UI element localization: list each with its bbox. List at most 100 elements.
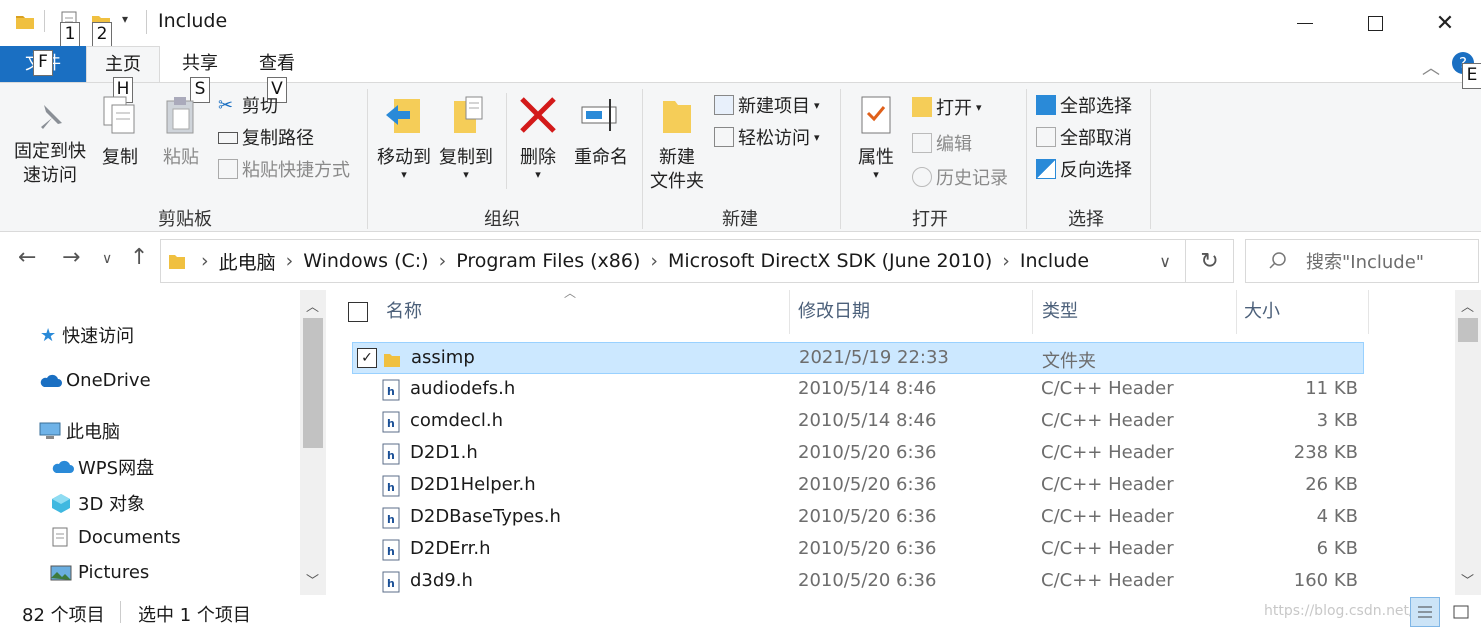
- scissors-icon: ✂: [218, 95, 234, 116]
- paste-button[interactable]: 粘贴: [158, 93, 204, 170]
- table-row[interactable]: h d3d9.h 2010/5/20 6:36 C/C++ Header 160 KB: [352, 566, 1364, 598]
- new-item-button[interactable]: 新建项目 ▾: [714, 91, 820, 119]
- sort-ascending-icon: ︿: [564, 286, 577, 300]
- breadcrumb-c-drive[interactable]: Windows (C:): [303, 250, 428, 272]
- details-view-button[interactable]: [1410, 597, 1440, 627]
- column-header-date[interactable]: 修改日期: [798, 290, 870, 334]
- row-checkbox[interactable]: ✓: [357, 348, 377, 368]
- paste-shortcut-button[interactable]: 粘贴快捷方式: [218, 155, 350, 183]
- copy-to-label: 复制到: [439, 147, 493, 168]
- select-all-label: 全部选择: [1060, 96, 1132, 117]
- breadcrumb-include[interactable]: Include: [1020, 250, 1089, 272]
- nav-3d-objects[interactable]: 3D 对象: [50, 490, 145, 516]
- breadcrumb-separator-icon: ›: [650, 250, 658, 272]
- search-box[interactable]: 搜索"Include": [1245, 239, 1479, 283]
- up-arrow-icon[interactable]: ↑: [130, 245, 148, 270]
- forward-arrow-icon[interactable]: →: [62, 245, 80, 270]
- nav-onedrive[interactable]: OneDrive: [38, 370, 151, 391]
- nav-pictures[interactable]: Pictures: [50, 562, 149, 583]
- edit-button[interactable]: 编辑: [912, 129, 972, 157]
- nav-this-pc[interactable]: 此电脑: [38, 418, 120, 444]
- close-button[interactable]: ✕: [1410, 0, 1480, 46]
- column-divider[interactable]: [1368, 290, 1369, 334]
- address-dropdown-chevron-icon[interactable]: ∨: [1159, 252, 1171, 271]
- copy-path-icon: [218, 132, 238, 144]
- table-row[interactable]: h audiodefs.h 2010/5/14 8:46 C/C++ Header 11…: [352, 374, 1364, 406]
- file-date: 2021/5/19 22:33: [799, 347, 949, 368]
- breadcrumb-directx-sdk[interactable]: Microsoft DirectX SDK (June 2010): [668, 250, 992, 272]
- breadcrumb-this-pc[interactable]: 此电脑: [219, 248, 276, 275]
- easy-access-icon: [714, 127, 734, 147]
- move-to-button[interactable]: 移动到 ▾: [374, 93, 434, 180]
- invert-selection-button[interactable]: 反向选择: [1036, 155, 1132, 183]
- nav-documents[interactable]: Documents: [50, 526, 181, 548]
- scroll-down-icon[interactable]: ﹀: [306, 570, 319, 589]
- file-date: 2010/5/20 6:36: [798, 474, 937, 495]
- column-header-type[interactable]: 类型: [1042, 290, 1078, 334]
- nav-quick-access[interactable]: ★ 快速访问: [40, 322, 134, 348]
- history-button[interactable]: 历史记录: [912, 163, 1008, 191]
- back-arrow-icon[interactable]: ←: [18, 245, 36, 270]
- folder-icon[interactable]: [14, 10, 36, 32]
- minimize-button[interactable]: [1270, 0, 1340, 46]
- scrollbar-thumb[interactable]: [303, 318, 323, 448]
- delete-button[interactable]: 删除 ▾: [514, 93, 562, 180]
- table-row[interactable]: ✓ assimp 2021/5/19 22:33 文件夹: [352, 342, 1364, 374]
- select-none-label: 全部取消: [1060, 128, 1132, 149]
- column-header-size[interactable]: 大小: [1244, 290, 1280, 334]
- watermark: https://blog.csdn.net/...: [1264, 603, 1428, 619]
- copy-to-button[interactable]: 复制到 ▾: [436, 93, 496, 180]
- table-row[interactable]: h D2D1Helper.h 2010/5/20 6:36 C/C++ Header 2…: [352, 470, 1364, 502]
- group-label-new: 新建: [722, 209, 758, 230]
- keytip-help: E: [1462, 63, 1481, 89]
- scroll-up-icon[interactable]: ︿: [306, 296, 319, 315]
- column-divider[interactable]: [1032, 290, 1033, 334]
- table-row[interactable]: h D2DErr.h 2010/5/20 6:36 C/C++ Header 6 KB: [352, 534, 1364, 566]
- new-folder-label-1: 新建: [659, 147, 695, 168]
- easy-access-button[interactable]: 轻松访问 ▾: [714, 123, 820, 151]
- copy-button[interactable]: 复制: [96, 93, 144, 170]
- open-button[interactable]: 打开 ▾: [912, 93, 982, 121]
- scrollbar-thumb[interactable]: [1458, 318, 1478, 342]
- column-divider[interactable]: [789, 290, 790, 334]
- dropdown-icon: ▾: [814, 98, 820, 112]
- collapse-ribbon-icon[interactable]: ︿: [1422, 54, 1440, 80]
- scroll-down-icon[interactable]: ﹀: [1461, 570, 1474, 589]
- recent-locations-chevron-icon[interactable]: ∨: [102, 251, 112, 267]
- rename-button[interactable]: 重命名: [570, 93, 632, 170]
- invert-selection-label: 反向选择: [1060, 160, 1132, 181]
- column-header-name[interactable]: 名称: [386, 290, 422, 334]
- nav-pane-scrollbar[interactable]: ︿ ﹀: [300, 290, 326, 595]
- column-divider[interactable]: [1236, 290, 1237, 334]
- maximize-button[interactable]: [1340, 0, 1410, 46]
- large-icons-view-icon: [1453, 605, 1469, 619]
- select-all-button[interactable]: 全部选择: [1036, 91, 1132, 119]
- select-all-checkbox[interactable]: [348, 302, 368, 322]
- cut-button[interactable]: ✂ 剪切: [218, 91, 278, 119]
- select-none-button[interactable]: 全部取消: [1036, 123, 1132, 151]
- pin-quick-access-button[interactable]: 固定到快 速访问: [8, 101, 92, 188]
- file-date: 2010/5/20 6:36: [798, 442, 937, 463]
- table-row[interactable]: h D2D1.h 2010/5/20 6:36 C/C++ Header 238 KB: [352, 438, 1364, 470]
- nav-onedrive-label: OneDrive: [66, 370, 151, 391]
- folder-icon: [384, 354, 400, 367]
- dropdown-icon: ▾: [535, 168, 541, 181]
- large-icons-view-button[interactable]: [1446, 597, 1476, 627]
- refresh-button[interactable]: ↻: [1186, 239, 1234, 283]
- customize-dropdown-icon[interactable]: ▾: [122, 12, 128, 26]
- svg-text:h: h: [387, 417, 395, 430]
- table-row[interactable]: h comdecl.h 2010/5/14 8:46 C/C++ Header 3 KB: [352, 406, 1364, 438]
- address-bar[interactable]: › 此电脑 › Windows (C:) › Program Files (x8…: [160, 239, 1186, 283]
- new-folder-button[interactable]: 新建 文件夹: [648, 93, 706, 194]
- scroll-up-icon[interactable]: ︿: [1461, 296, 1474, 315]
- file-date: 2010/5/20 6:36: [798, 570, 937, 591]
- breadcrumb-program-files[interactable]: Program Files (x86): [456, 250, 640, 272]
- file-type: C/C++ Header: [1041, 442, 1174, 463]
- properties-button[interactable]: 属性 ▾: [852, 93, 900, 180]
- copy-path-button[interactable]: 复制路径: [218, 123, 314, 151]
- file-list-scrollbar[interactable]: ︿ ﹀: [1455, 290, 1481, 595]
- nav-wps[interactable]: WPS网盘: [50, 454, 154, 480]
- header-file-icon: h: [382, 411, 400, 433]
- paste-shortcut-label: 粘贴快捷方式: [242, 160, 350, 181]
- table-row[interactable]: h D2DBaseTypes.h 2010/5/20 6:36 C/C++ Heade…: [352, 502, 1364, 534]
